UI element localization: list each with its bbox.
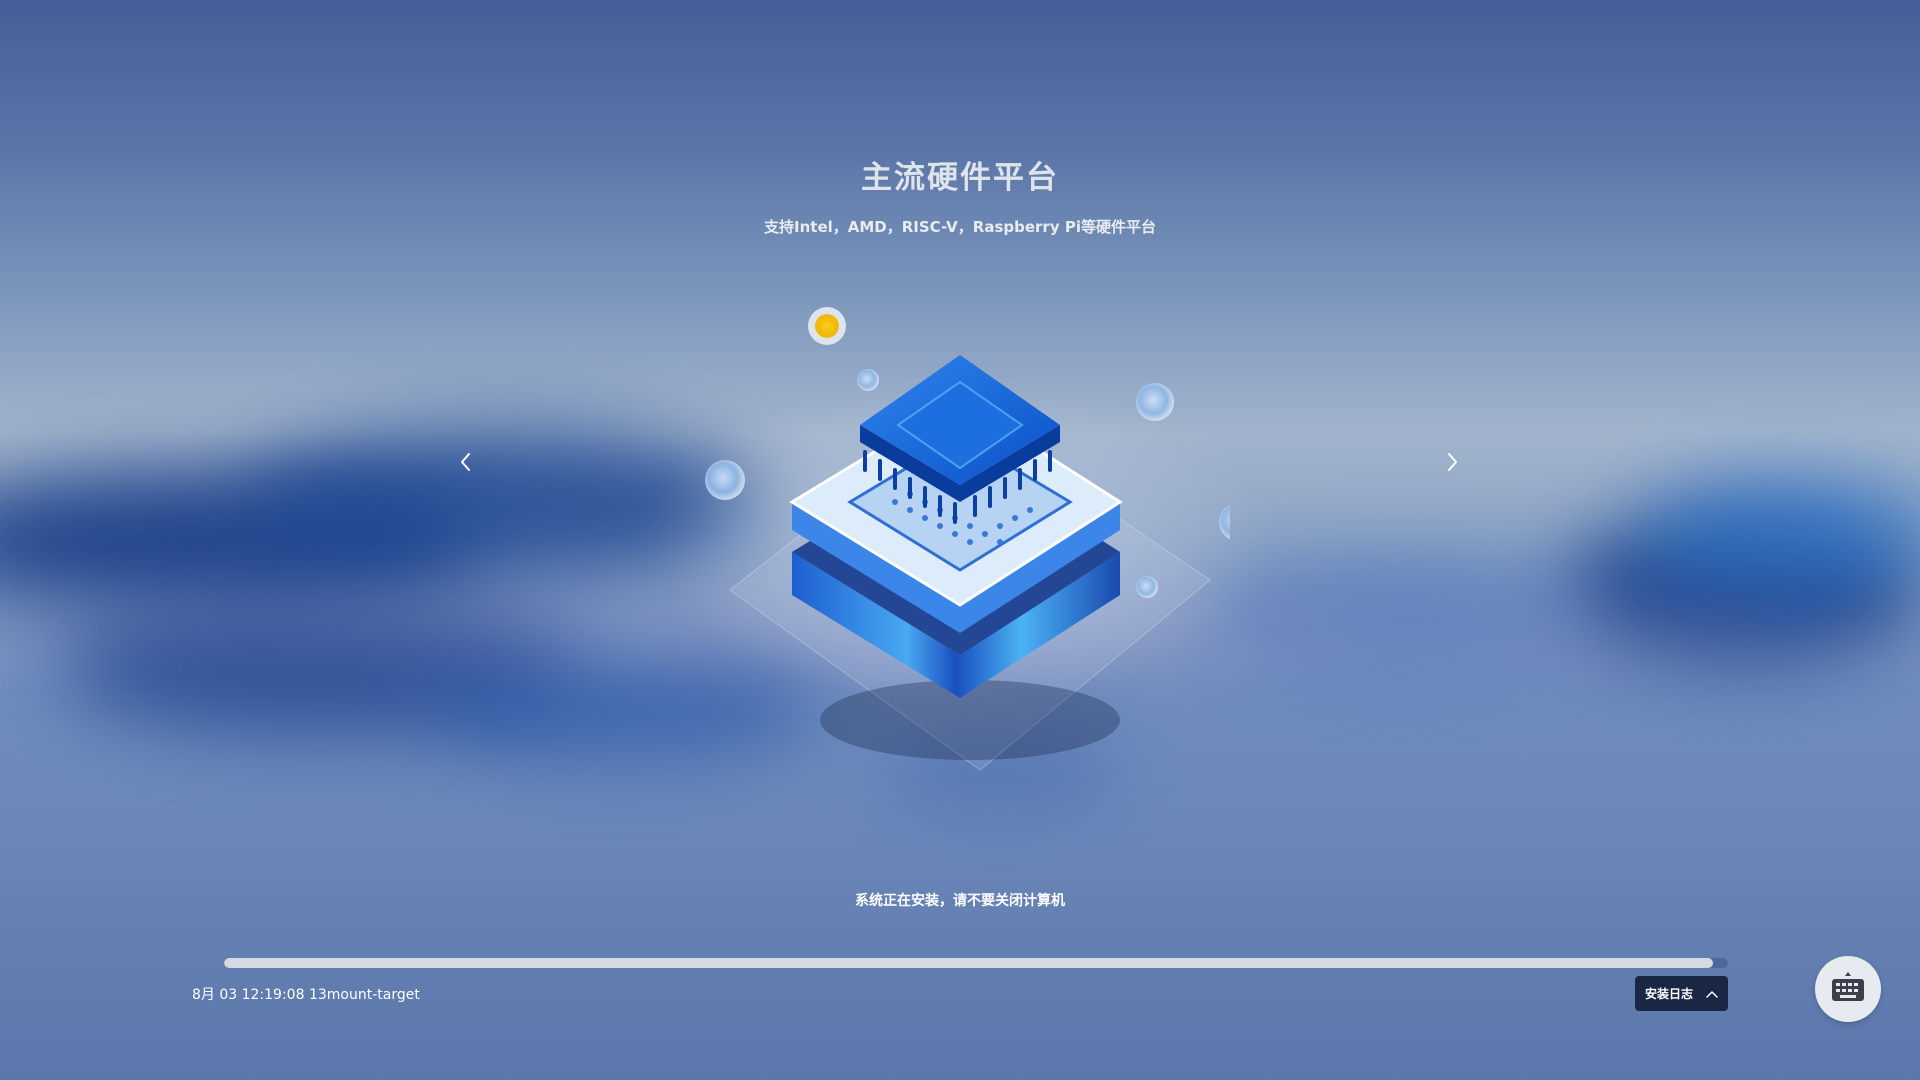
virtual-keyboard-button[interactable]	[1815, 956, 1881, 1022]
slide-title: 主流硬件平台	[861, 160, 1059, 196]
chevron-left-icon	[461, 453, 470, 471]
chevron-right-icon	[1448, 453, 1457, 471]
install-progress-fill	[224, 958, 1713, 968]
next-slide-button[interactable]	[1440, 446, 1464, 478]
install-progress-bar	[224, 958, 1728, 968]
installer-screen: 主流硬件平台 支持Intel，AMD，RISC-V，Raspberry Pi等硬…	[0, 0, 1920, 1080]
chip-graphic	[705, 307, 1257, 771]
chevron-up-icon	[1706, 990, 1718, 998]
install-log-button-label: 安装日志	[1645, 987, 1694, 1001]
keyboard-icon	[1832, 972, 1864, 1001]
slide-subtitle: 支持Intel，AMD，RISC-V，Raspberry Pi等硬件平台	[764, 218, 1156, 236]
install-status-text: 系统正在安装，请不要关闭计算机	[855, 893, 1065, 909]
install-log-button[interactable]: 安装日志	[1635, 976, 1728, 1011]
previous-slide-button[interactable]	[454, 446, 478, 478]
background-blob	[1640, 480, 1920, 590]
install-log-line: 8月 03 12:19:08 13mount-target	[192, 987, 420, 1003]
hardware-chip-illustration	[690, 290, 1257, 790]
